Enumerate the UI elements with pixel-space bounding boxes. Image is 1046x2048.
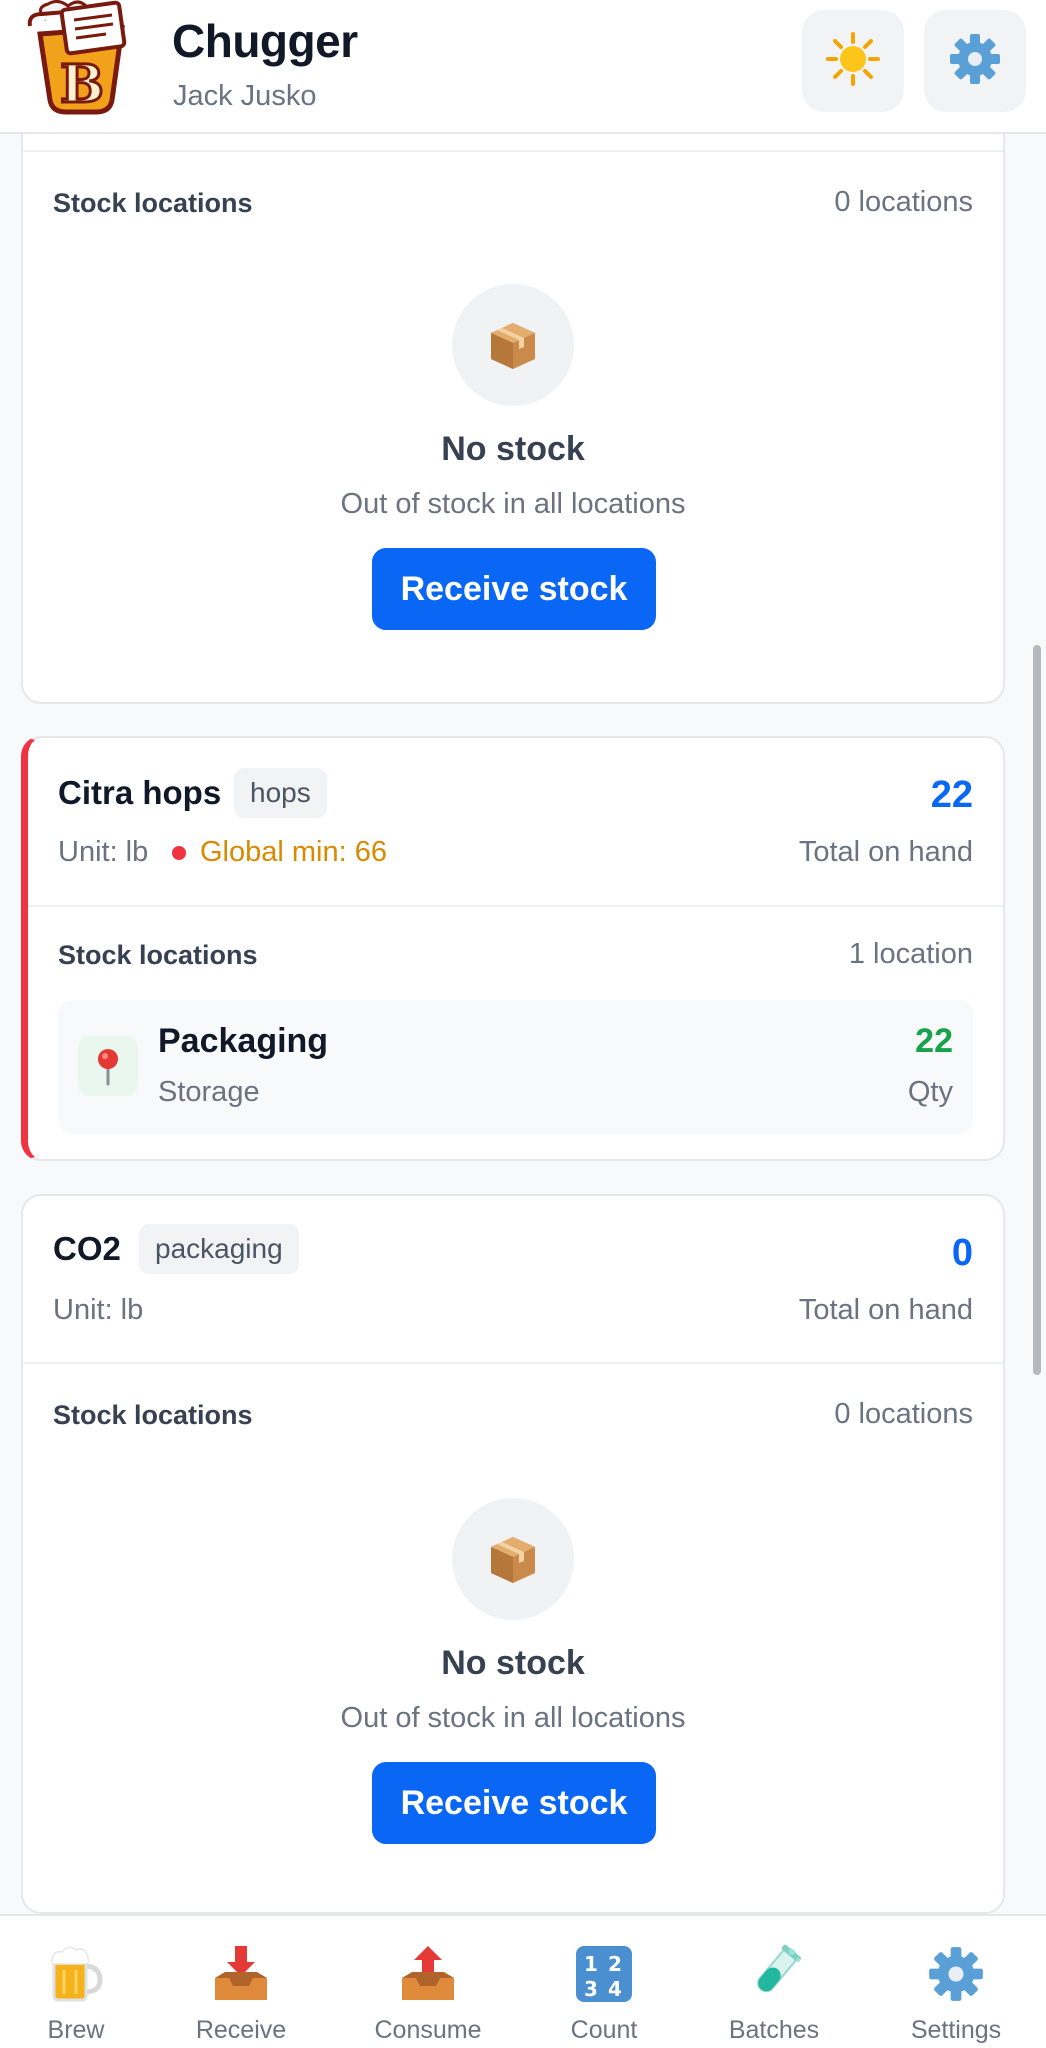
pin-icon — [78, 1036, 138, 1096]
empty-state-subtitle: Out of stock in all locations — [340, 488, 686, 520]
outbox-tray-icon — [396, 1942, 460, 2006]
location-count: 0 locations — [834, 1398, 973, 1430]
svg-text:3: 3 — [584, 1977, 598, 2001]
divider — [28, 905, 1003, 907]
global-min-text: Global min: 66 — [200, 836, 387, 868]
nav-consume[interactable]: Consume — [370, 1916, 486, 2048]
nav-label: Settings — [910, 2016, 1002, 2044]
location-row[interactable]: Packaging Storage 22 Qty — [58, 1000, 973, 1134]
stock-locations-label: Stock locations — [53, 188, 253, 218]
total-on-hand-label: Total on hand — [798, 1294, 973, 1326]
gear-icon — [924, 1942, 988, 2006]
app-logo: B — [26, 0, 136, 118]
item-name: Citra hops — [58, 774, 222, 811]
theme-toggle-button[interactable] — [802, 10, 904, 112]
category-tag: hops — [234, 768, 327, 818]
location-count: 0 locations — [834, 186, 973, 218]
package-icon — [452, 1498, 574, 1620]
svg-text:4: 4 — [608, 1977, 622, 2001]
nav-label: Batches — [728, 2016, 820, 2044]
location-count: 1 location — [848, 938, 973, 970]
nav-count[interactable]: 1 2 3 4 Count — [564, 1916, 644, 2048]
location-type: Storage — [158, 1076, 260, 1108]
beer-mug-icon — [44, 1942, 108, 2006]
inventory-card-co2: CO2 packaging Unit: lb 0 Total on hand S… — [21, 1194, 1005, 1914]
empty-state-title: No stock — [441, 1644, 585, 1682]
total-on-hand-value: 22 — [930, 774, 973, 816]
receive-stock-button[interactable]: Receive stock — [372, 548, 656, 630]
test-tube-icon — [742, 1942, 806, 2006]
scrollbar[interactable] — [1033, 645, 1041, 1375]
svg-text:B: B — [60, 54, 104, 115]
app-title: Chugger — [172, 15, 358, 67]
nav-label: Count — [570, 2016, 638, 2044]
nav-receive[interactable]: Receive — [188, 1916, 294, 2048]
nav-brew[interactable]: Brew — [36, 1916, 116, 2048]
empty-state-title: No stock — [441, 430, 585, 468]
inbox-tray-icon — [209, 1942, 273, 2006]
nav-settings[interactable]: Settings — [906, 1916, 1006, 2048]
nav-label: Brew — [47, 2016, 105, 2044]
stock-locations-label: Stock locations — [58, 940, 258, 970]
location-name: Packaging — [158, 1022, 329, 1060]
svg-text:1: 1 — [584, 1952, 598, 1976]
location-qty: 22 — [915, 1022, 953, 1060]
alert-dot-icon — [172, 845, 186, 860]
numbers-icon: 1 2 3 4 — [572, 1942, 636, 2006]
stock-locations-label: Stock locations — [53, 1400, 253, 1430]
receive-stock-button[interactable]: Receive stock — [372, 1762, 656, 1844]
app-header: B Chugger Jack Jusko — [0, 0, 1046, 134]
sun-icon — [825, 31, 881, 92]
total-on-hand-label: Total on hand — [798, 836, 973, 868]
inventory-card: Stock locations 0 locations No stock Out… — [21, 100, 1005, 704]
gear-icon — [948, 32, 1002, 91]
nav-batches[interactable]: Batches — [722, 1916, 826, 2048]
bottom-nav: Brew Receive Consume 1 2 3 4 Count Batch… — [0, 1914, 1046, 2048]
item-unit: Unit: lb — [58, 836, 149, 868]
empty-state-subtitle: Out of stock in all locations — [340, 1702, 686, 1734]
nav-label: Receive — [195, 2016, 287, 2044]
location-qty-label: Qty — [907, 1076, 953, 1108]
total-on-hand-value: 0 — [951, 1232, 973, 1274]
package-icon — [452, 284, 574, 406]
inventory-card-citra-hops: Citra hops hops Unit: lb Global min: 66 … — [21, 736, 1005, 1161]
item-unit: Unit: lb — [53, 1294, 144, 1326]
global-min-warning: Global min: 66 — [172, 836, 387, 869]
category-tag: packaging — [139, 1224, 299, 1274]
item-name: CO2 — [53, 1230, 121, 1267]
svg-text:2: 2 — [608, 1952, 622, 1976]
settings-button[interactable] — [924, 10, 1026, 112]
nav-label: Consume — [374, 2016, 482, 2044]
divider — [23, 150, 1003, 152]
divider — [23, 1362, 1003, 1364]
user-name: Jack Jusko — [173, 80, 317, 112]
